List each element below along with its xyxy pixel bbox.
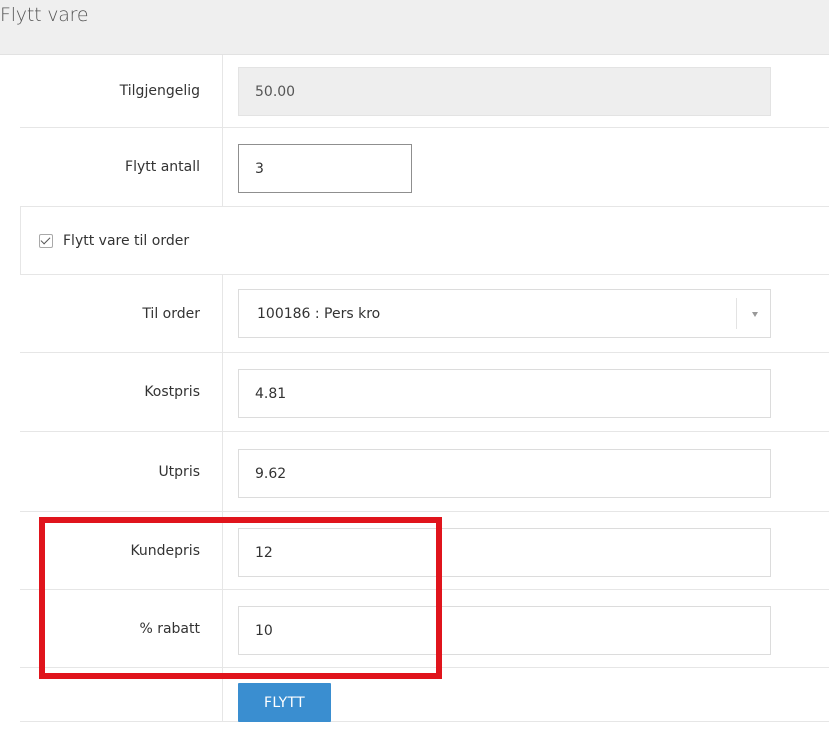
cost-price-input[interactable]: [238, 369, 771, 418]
available-label: Tilgjengelig: [20, 55, 223, 127]
row-available: Tilgjengelig: [20, 55, 829, 128]
move-to-order-label: Flytt vare til order: [63, 232, 190, 249]
move-to-order-toggle[interactable]: Flytt vare til order: [39, 207, 189, 274]
dialog-header: Flytt vare: [0, 0, 829, 55]
move-button[interactable]: FLYTT: [238, 683, 331, 722]
row-submit: FLYTT: [20, 668, 829, 722]
checkbox-checked-icon[interactable]: [39, 233, 53, 248]
available-field: [238, 67, 771, 116]
discount-label: % rabatt: [20, 590, 223, 667]
row-move-quantity: Flytt antall: [20, 128, 829, 207]
move-quantity-label: Flytt antall: [20, 128, 223, 206]
sale-price-input[interactable]: [238, 449, 771, 498]
select-divider: [736, 298, 737, 329]
to-order-selected-value: 100186 : Pers kro: [257, 305, 381, 322]
to-order-select[interactable]: 100186 : Pers kro: [238, 289, 771, 338]
dialog-title: Flytt vare: [0, 4, 89, 26]
row-discount: % rabatt: [20, 590, 829, 668]
row-to-order: Til order 100186 : Pers kro: [20, 275, 829, 353]
submit-label-spacer: [20, 668, 223, 721]
discount-input[interactable]: [238, 606, 771, 655]
row-customer-price: Kundepris: [20, 512, 829, 590]
row-sale-price: Utpris: [20, 432, 829, 512]
row-move-to-order: Flytt vare til order: [20, 207, 829, 275]
to-order-label: Til order: [20, 275, 223, 352]
cost-price-label: Kostpris: [20, 353, 223, 431]
row-cost-price: Kostpris: [20, 353, 829, 432]
sale-price-label: Utpris: [20, 432, 223, 511]
customer-price-label: Kundepris: [20, 512, 223, 589]
chevron-down-icon[interactable]: [752, 311, 758, 317]
customer-price-input[interactable]: [238, 528, 771, 577]
move-quantity-input[interactable]: [238, 144, 412, 193]
